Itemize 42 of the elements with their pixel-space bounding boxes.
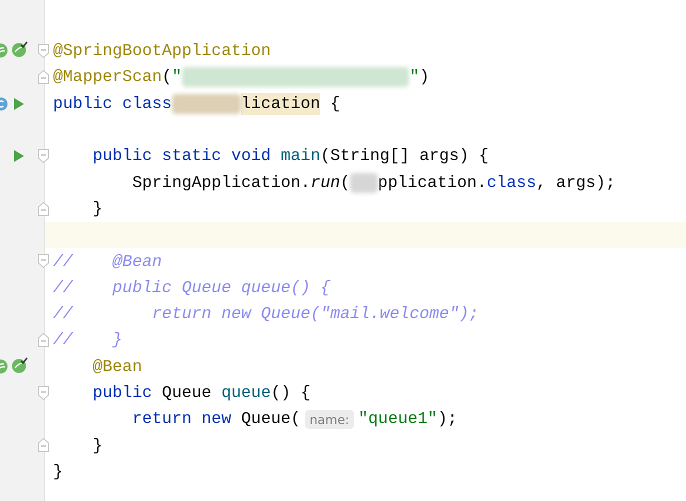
parameter-hint: name: [304, 410, 354, 429]
code-text: public class [53, 92, 172, 115]
code-line: public Queue queue() { [92, 382, 312, 404]
code-line: // return new Queue("mail.welcome"); [52, 303, 480, 326]
code-text: ( [340, 172, 350, 194]
code-text: ( [162, 66, 172, 88]
code-text: pplication. [378, 172, 487, 194]
fold-icon[interactable] [38, 333, 49, 348]
fold-icon[interactable] [38, 70, 49, 84]
run-icon[interactable] [14, 150, 24, 162]
bean-check-icon[interactable] [11, 40, 29, 58]
code-text: class [486, 172, 536, 194]
bean-check-icon[interactable] [11, 356, 29, 374]
code-text: ); [437, 408, 458, 430]
fold-icon[interactable] [38, 202, 49, 216]
code-text: { [329, 92, 340, 115]
code-text: return new [131, 408, 232, 430]
code-line: } [92, 198, 104, 220]
fold-icon[interactable] [38, 254, 49, 268]
code-text: Queue( [241, 408, 301, 430]
code-text: ) [419, 66, 430, 88]
code-line: } [92, 434, 104, 457]
code-line: @SpringBootApplication [52, 40, 272, 62]
code-text: " [409, 66, 420, 88]
code-text: " [172, 66, 182, 88]
code-text: SpringApplication. [131, 172, 310, 194]
run-icon[interactable] [14, 98, 24, 110]
code-text: @MapperScan [53, 66, 162, 88]
code-line: // @Bean [52, 250, 163, 273]
code-text: "queue1" [358, 408, 438, 430]
highlighted-text: lication [241, 92, 320, 115]
fold-icon[interactable] [38, 149, 49, 164]
code-line: } [52, 460, 64, 483]
fold-icon[interactable] [38, 438, 49, 452]
code-line: // public Queue queue() { [52, 276, 332, 299]
code-text: run [310, 172, 340, 194]
code-text: , args); [536, 172, 616, 194]
code-line: @Bean [92, 356, 144, 378]
code-line: public static void main(String[] args) { [92, 145, 490, 168]
fold-icon[interactable] [38, 44, 49, 58]
code-line: // } [52, 329, 124, 352]
fold-icon[interactable] [38, 386, 49, 400]
